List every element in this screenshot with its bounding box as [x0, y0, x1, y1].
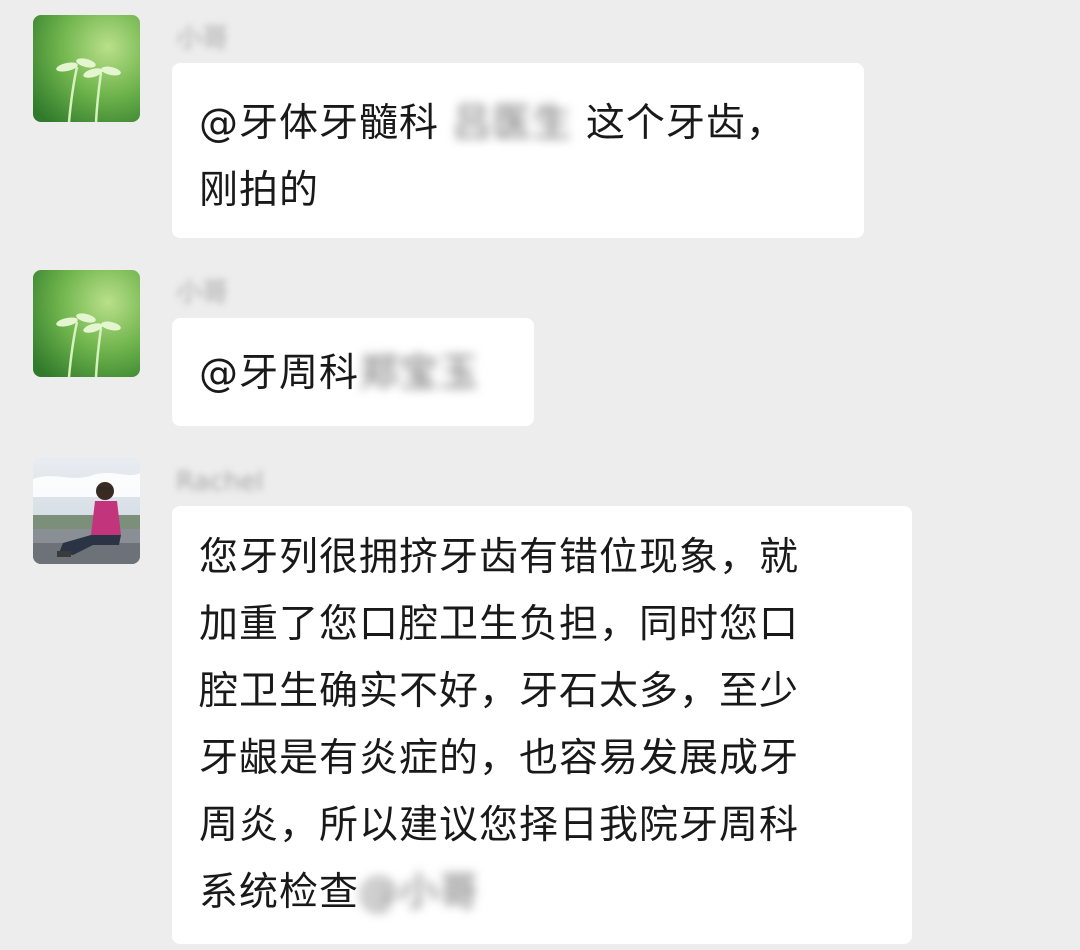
- message-line: 周炎，所以建议您择日我院牙周科: [199, 792, 912, 859]
- message-text: 您牙列很拥挤牙齿有错位现象，就: [199, 535, 800, 580]
- message-line: 加重了您口腔卫生负担，同时您口: [199, 591, 912, 658]
- message-text: 这个牙齿，: [572, 101, 786, 146]
- message-line: 您牙列很拥挤牙齿有错位现象，就: [199, 524, 912, 591]
- message-line: @牙体牙髓科 吕医生 这个牙齿，: [199, 90, 864, 157]
- message-text: 腔卫生确实不好，牙石太多，至少: [199, 669, 800, 714]
- message-text: 周炎，所以建议您择日我院牙周科: [199, 803, 800, 848]
- message-line: 系统检查@小哥: [199, 859, 912, 926]
- sprout-plant-avatar-icon: [33, 270, 140, 377]
- message-line: 牙龈是有炎症的，也容易发展成牙: [199, 725, 912, 792]
- sender-name: Rachel: [176, 467, 264, 497]
- message-text: 刚拍的: [199, 168, 320, 213]
- message-text: @牙体牙髓科: [199, 101, 453, 146]
- sender-name: 小哥: [176, 278, 229, 308]
- message-bubble[interactable]: 您牙列很拥挤牙齿有错位现象，就 加重了您口腔卫生负担，同时您口 腔卫生确实不好，…: [172, 506, 912, 944]
- message-bubble[interactable]: @牙体牙髓科 吕医生 这个牙齿， 刚拍的: [172, 63, 864, 238]
- sprout-plant-avatar-icon: [33, 15, 140, 122]
- woman-sitting-outdoors-avatar-icon: [33, 457, 140, 564]
- message-text: 牙龈是有炎症的，也容易发展成牙: [199, 736, 800, 781]
- message-line: 腔卫生确实不好，牙石太多，至少: [199, 658, 912, 725]
- message-text: @牙周科: [199, 351, 360, 396]
- message-line: @牙周科郑宝玉: [199, 340, 534, 407]
- message-text: 加重了您口腔卫生负担，同时您口: [199, 602, 800, 647]
- sender-name: 小哥: [176, 24, 229, 54]
- redacted-name: 吕医生: [452, 101, 573, 146]
- redacted-name: 郑宝玉: [359, 351, 480, 396]
- avatar[interactable]: [33, 270, 140, 377]
- message-bubble[interactable]: @牙周科郑宝玉: [172, 318, 534, 426]
- message-text: 系统检查: [199, 870, 360, 915]
- avatar[interactable]: [33, 457, 140, 564]
- redacted-mention: @小哥: [359, 870, 480, 915]
- message-line: 刚拍的: [199, 157, 864, 224]
- avatar[interactable]: [33, 15, 140, 122]
